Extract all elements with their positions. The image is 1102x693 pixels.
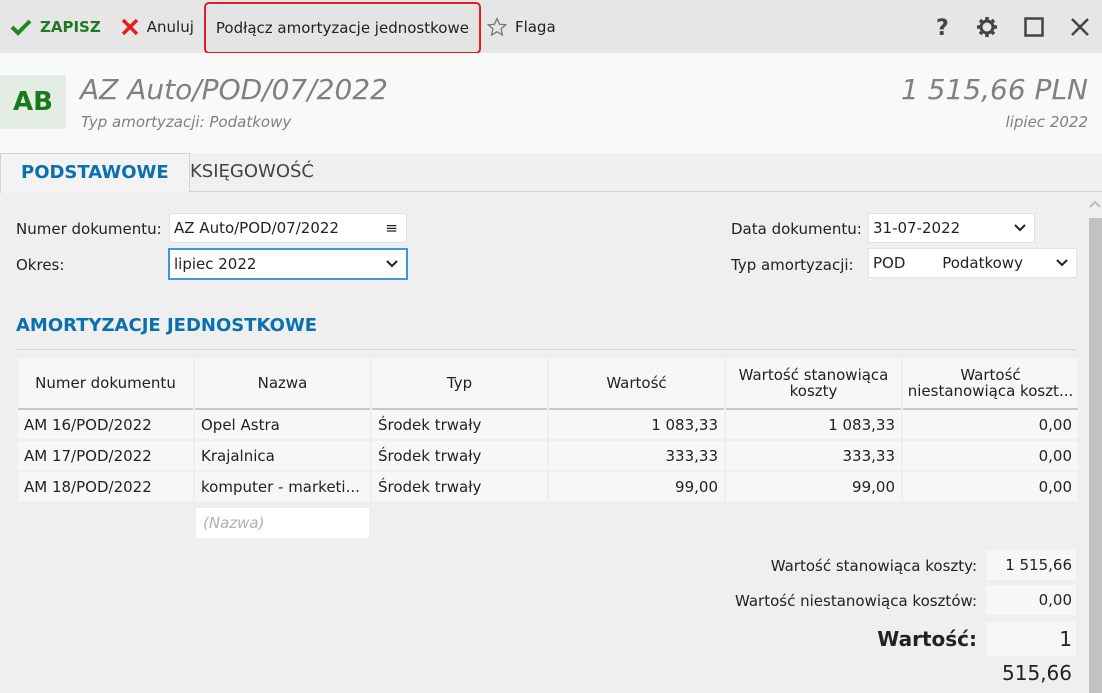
column-header[interactable]: Wartość (549, 358, 724, 410)
section-title: AMORTYZACJE JEDNOSTKOWE (16, 315, 318, 336)
period-label: Okres: (16, 256, 65, 274)
column-header[interactable]: Wartość niestanowiąca koszt... (903, 358, 1078, 410)
column-header[interactable]: Wartość stanowiąca koszty (726, 358, 901, 410)
doc-number-value: AZ Auto/POD/07/2022 (174, 219, 339, 237)
scroll-up-icon[interactable] (1089, 200, 1101, 208)
date-label: Data dokumentu: (731, 220, 862, 238)
cost-value: 1 515,66 (986, 550, 1076, 580)
total-label: Wartość: (877, 627, 977, 651)
table-cell[interactable]: Środek trwały (372, 410, 547, 441)
noncost-label: Wartość niestanowiąca kosztów: (734, 592, 977, 610)
toolbar: ZAPISZ Anuluj Podłącz amortyzacje jednos… (0, 0, 1102, 54)
table-cell[interactable]: 0,00 (903, 441, 1078, 472)
table-cell[interactable]: 1 083,33 (726, 410, 901, 441)
help-icon[interactable]: ? (934, 16, 950, 38)
table-cell[interactable]: 0,00 (903, 472, 1078, 503)
table-cell[interactable]: AM 18/POD/2022 (18, 472, 193, 503)
type-name: Podatkowy (942, 254, 1023, 272)
gear-icon[interactable] (976, 16, 998, 38)
menu-icon[interactable]: ≡ (385, 214, 398, 242)
table-cell[interactable]: AM 16/POD/2022 (18, 410, 193, 441)
flag-button[interactable]: Flaga (486, 0, 556, 53)
table-cell[interactable]: Środek trwały (372, 441, 547, 472)
table-cell[interactable]: 333,33 (726, 441, 901, 472)
doc-number-field[interactable]: AZ Auto/POD/07/2022 ≡ (169, 213, 407, 243)
save-label: ZAPISZ (40, 17, 101, 36)
document-title: AZ Auto/POD/07/2022 (80, 73, 388, 106)
column-header[interactable]: Typ (372, 358, 547, 410)
table-cell[interactable]: 99,00 (549, 472, 724, 503)
type-select[interactable]: POD Podatkowy (868, 248, 1077, 278)
column-header[interactable]: Nazwa (195, 358, 370, 410)
scrollbar[interactable] (1087, 196, 1102, 693)
doc-number-label: Numer dokumentu: (16, 220, 162, 238)
attach-label: Podłącz amortyzacje jednostkowe (215, 18, 469, 37)
noncost-value: 0,00 (986, 585, 1076, 615)
maximize-icon[interactable] (1024, 16, 1044, 37)
type-code: POD (873, 254, 906, 272)
table-cell[interactable]: Opel Astra (195, 410, 370, 441)
chevron-down-icon (1056, 259, 1068, 267)
save-button[interactable]: ZAPISZ (10, 0, 101, 53)
document-header: AB AZ Auto/POD/07/2022 Typ amortyzacji: … (0, 53, 1102, 153)
table-row[interactable]: AM 17/POD/2022 Krajalnica Środek trwały 333… (18, 441, 1078, 472)
chevron-down-icon (1014, 224, 1026, 232)
cancel-button[interactable]: Anuluj (121, 0, 194, 53)
date-value: 31-07-2022 (873, 219, 961, 237)
tab-podstawowe[interactable]: PODSTAWOWE (0, 153, 190, 193)
table-cell[interactable]: 333,33 (549, 441, 724, 472)
table-cell[interactable]: 1 083,33 (549, 410, 724, 441)
scrollbar-thumb[interactable] (1089, 218, 1102, 693)
period-value: lipiec 2022 (174, 255, 257, 273)
table-row[interactable]: AM 18/POD/2022 komputer - marketi... Środe… (18, 472, 1078, 503)
chevron-down-icon (386, 260, 398, 268)
flag-label: Flaga (514, 17, 556, 36)
document-subtitle: Typ amortyzacji: Podatkowy (81, 113, 292, 131)
close-icon[interactable] (1070, 17, 1090, 37)
date-select[interactable]: 31-07-2022 (868, 213, 1035, 243)
table-cell[interactable]: komputer - marketi... (195, 472, 370, 503)
new-row-name-input[interactable]: (Nazwa) (196, 508, 369, 538)
column-header[interactable]: Numer dokumentu (18, 358, 193, 410)
table-cell[interactable]: 99,00 (726, 472, 901, 503)
document-amount: 1 515,66 PLN (900, 73, 1088, 106)
divider (16, 349, 1076, 350)
table-cell[interactable]: Środek trwały (372, 472, 547, 503)
table-cell[interactable]: Krajalnica (195, 441, 370, 472)
star-icon (486, 16, 507, 36)
depreciation-table: Numer dokumentu Nazwa Typ Wartość Wartoś… (16, 358, 1080, 503)
cost-label: Wartość stanowiąca koszty: (770, 557, 977, 575)
table-row[interactable]: AM 16/POD/2022 Opel Astra Środek trwały 1 0… (18, 410, 1078, 441)
cancel-label: Anuluj (146, 17, 194, 36)
type-label: Typ amortyzacji: (731, 256, 854, 274)
table-cell[interactable]: AM 17/POD/2022 (18, 441, 193, 472)
period-select[interactable]: lipiec 2022 (168, 248, 408, 280)
svg-text:?: ? (936, 16, 949, 38)
total-value: 1 515,66 (986, 622, 1076, 685)
check-icon (10, 19, 32, 36)
close-x-icon (121, 18, 138, 35)
document-period: lipiec 2022 (1005, 113, 1088, 131)
tab-ksiegowosc[interactable]: KSIĘGOWOŚĆ (170, 153, 334, 192)
avatar: AB (0, 75, 66, 129)
attach-depreciation-button[interactable]: Podłącz amortyzacje jednostkowe (203, 1, 481, 54)
tabs: PODSTAWOWE KSIĘGOWOŚĆ (0, 153, 1102, 193)
table-cell[interactable]: 0,00 (903, 410, 1078, 441)
